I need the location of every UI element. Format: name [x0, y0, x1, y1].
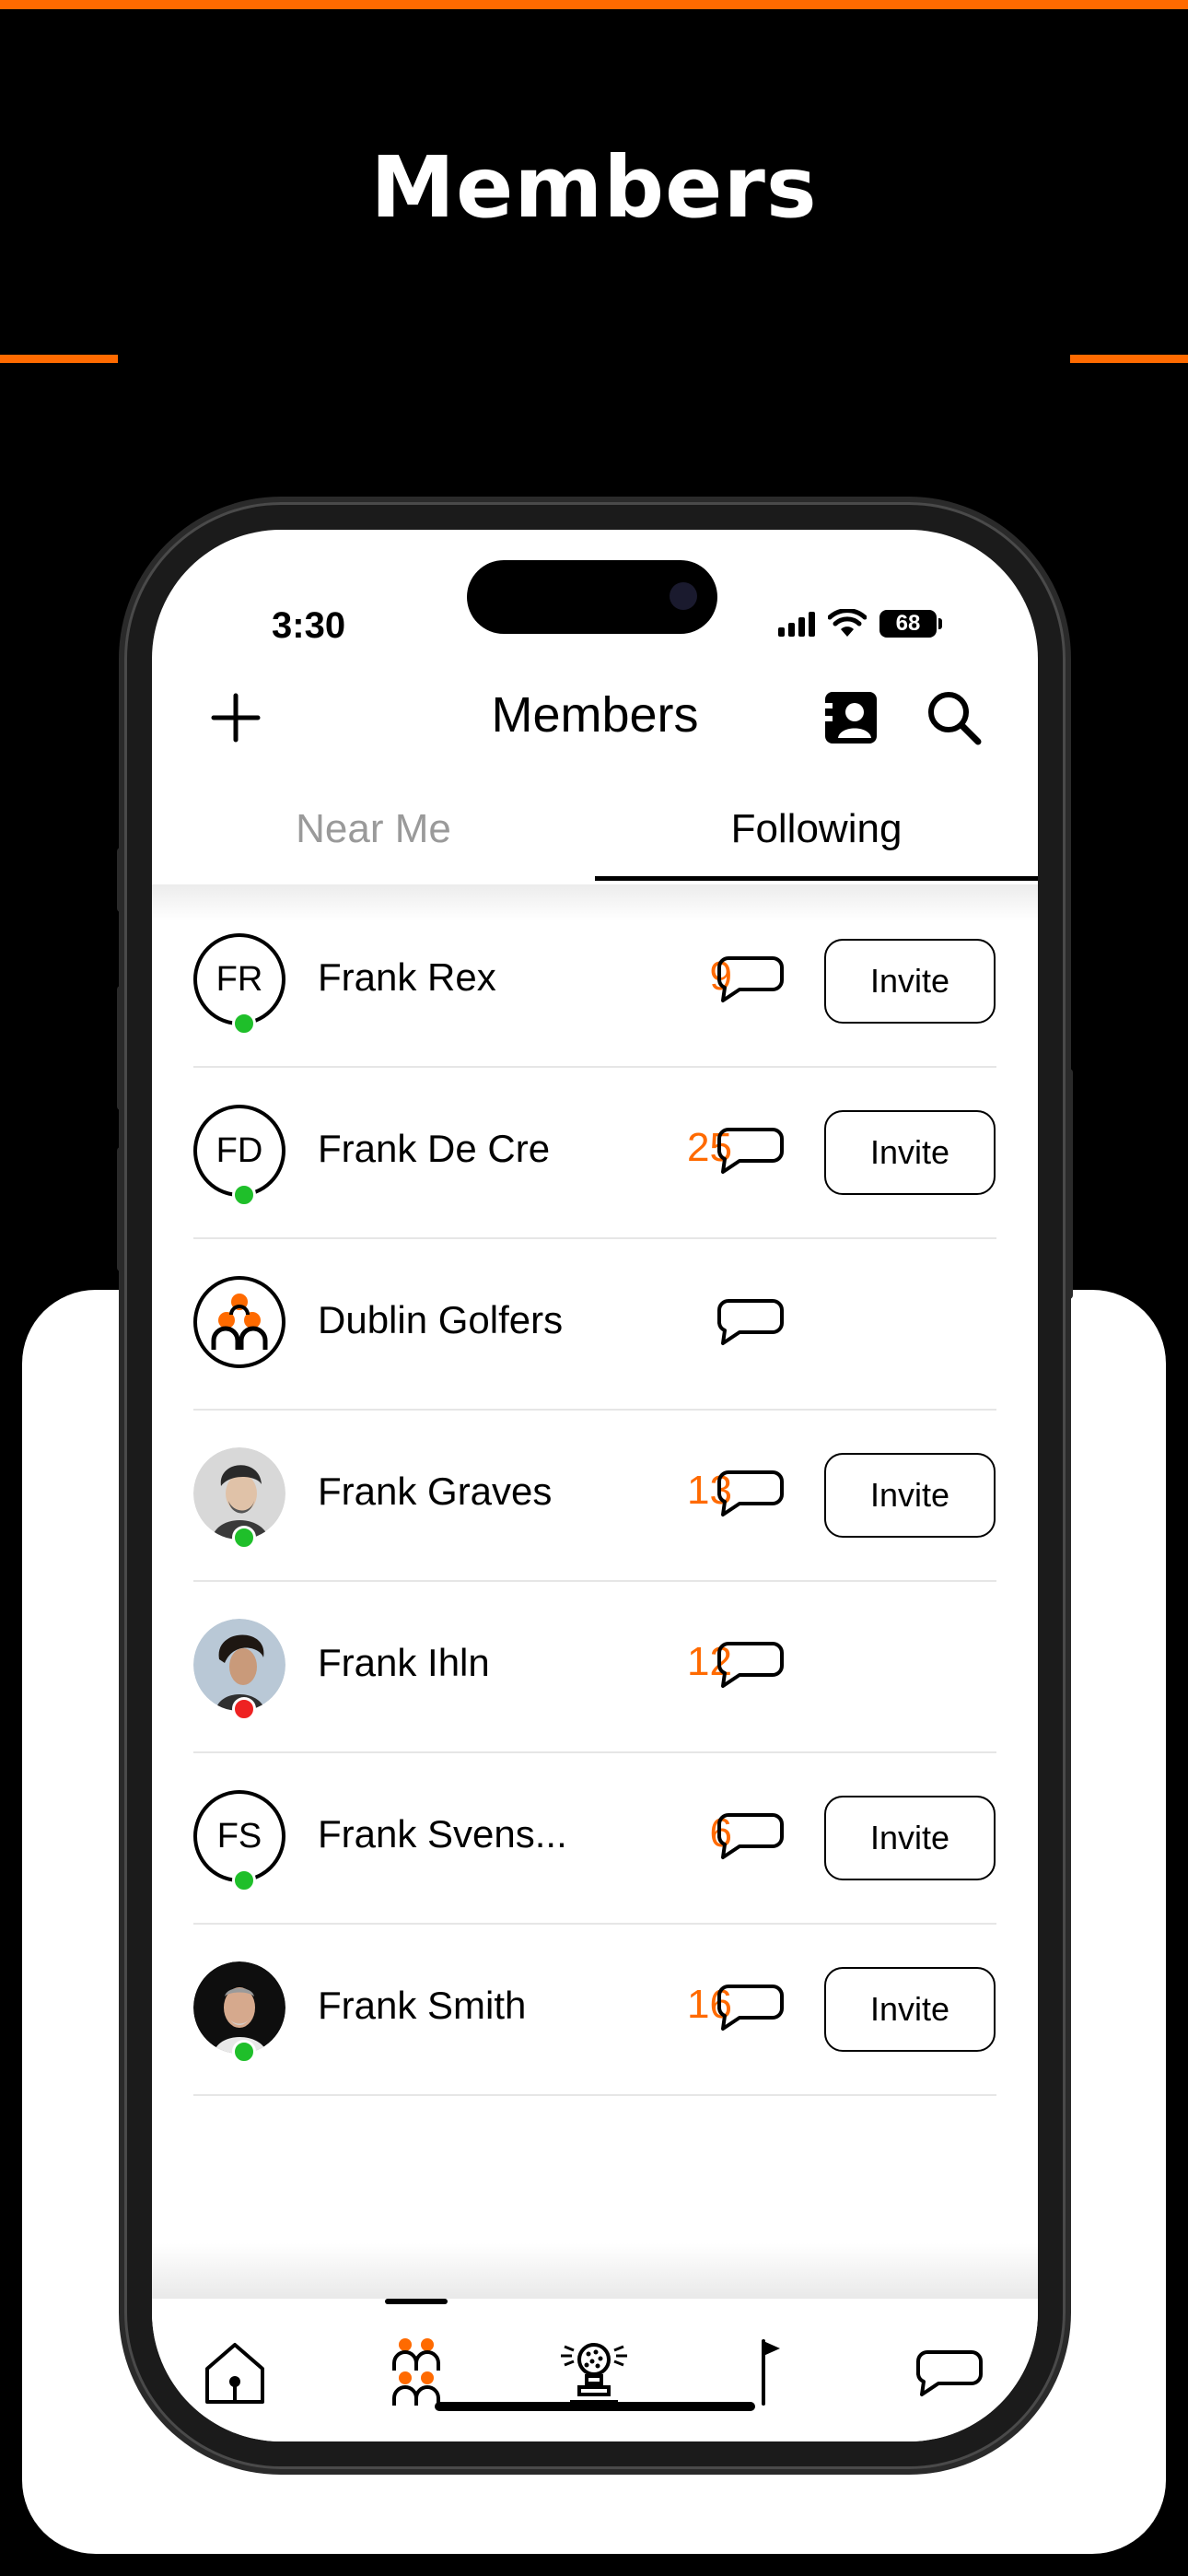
online-status-dot	[232, 2040, 256, 2064]
tabbar-shadow	[152, 2243, 1038, 2299]
phone-frame: 3:30 68 Members Near Me Following FR Fra…	[117, 502, 1073, 2469]
member-count: 12	[687, 1639, 732, 1684]
online-status-dot	[232, 1526, 256, 1550]
member-name: Frank De Cre	[318, 1127, 551, 1170]
member-name: Frank Rex	[318, 955, 496, 999]
power-button	[1066, 1069, 1073, 1299]
flag-icon[interactable]	[732, 2336, 806, 2409]
group-avatar	[193, 1276, 285, 1368]
list-item[interactable]: Dublin Golfers	[152, 1239, 1038, 1411]
invite-button[interactable]: Invite	[824, 939, 996, 1024]
accent-line-right	[1070, 355, 1188, 363]
member-count: 9	[709, 954, 732, 999]
members-icon[interactable]	[379, 2336, 453, 2409]
member-count: 25	[687, 1125, 732, 1170]
wifi-icon	[828, 609, 867, 637]
member-name: Dublin Golfers	[318, 1298, 564, 1341]
contacts-icon[interactable]	[818, 685, 884, 751]
list-item[interactable]: FD Frank De Cre 25 Invite	[152, 1068, 1038, 1239]
battery-icon: 68	[879, 610, 942, 638]
trophy-icon[interactable]	[557, 2336, 631, 2409]
top-accent-line	[0, 0, 1188, 9]
status-icons: 68	[778, 605, 942, 642]
member-count: 13	[687, 1468, 732, 1513]
status-time: 3:30	[272, 605, 346, 646]
accent-line-left	[0, 355, 118, 363]
member-name: Frank Svens...	[318, 1812, 567, 1856]
chat-icon[interactable]	[716, 1811, 786, 1861]
online-status-dot	[232, 1012, 256, 1036]
invite-button[interactable]: Invite	[824, 1453, 996, 1538]
chat-icon[interactable]	[716, 1983, 786, 2032]
online-status-dot	[232, 1183, 256, 1207]
tab-following[interactable]: Following	[595, 783, 1038, 875]
chat-icon[interactable]	[716, 954, 786, 1004]
member-count: 6	[709, 1810, 732, 1856]
invite-button[interactable]: Invite	[824, 1967, 996, 2052]
camera-icon	[670, 582, 697, 610]
signal-icon	[778, 611, 815, 637]
list-item[interactable]: FS Frank Svens... 6 Invite	[152, 1753, 1038, 1925]
nav-header: Members	[152, 659, 1038, 769]
tab-selected-indicator	[385, 2299, 448, 2304]
member-name: Frank Ihln	[318, 1641, 490, 1684]
offline-status-dot	[232, 1697, 256, 1721]
chat-icon[interactable]	[716, 1640, 786, 1690]
search-icon[interactable]	[921, 685, 987, 751]
home-icon[interactable]	[198, 2336, 272, 2409]
list-item[interactable]: Frank Ihln 12	[152, 1582, 1038, 1753]
tab-near-me[interactable]: Near Me	[152, 783, 595, 875]
member-name: Frank Graves	[318, 1469, 553, 1513]
volume-up-button	[117, 986, 124, 1110]
promo-title: Members	[370, 138, 818, 237]
home-indicator	[435, 2402, 755, 2411]
bottom-tab-bar	[152, 2299, 1038, 2441]
divider	[193, 2094, 996, 2096]
phone-screen: 3:30 68 Members Near Me Following FR Fra…	[152, 530, 1038, 2441]
volume-down-button	[117, 1147, 124, 1271]
chat-icon[interactable]	[716, 1469, 786, 1518]
page-title: Members	[491, 687, 699, 743]
group-icon	[211, 1294, 268, 1350]
mute-switch	[117, 848, 124, 912]
chat-icon[interactable]	[716, 1126, 786, 1176]
member-count: 16	[687, 1982, 732, 2027]
tab-selected-underline	[595, 876, 1038, 881]
dynamic-island	[467, 560, 717, 634]
online-status-dot	[232, 1868, 256, 1892]
invite-button[interactable]: Invite	[824, 1796, 996, 1880]
member-name: Frank Smith	[318, 1984, 527, 2027]
list-item[interactable]: FR Frank Rex 9 Invite	[152, 896, 1038, 1068]
invite-button[interactable]: Invite	[824, 1110, 996, 1195]
list-item[interactable]: Frank Smith 16 Invite	[152, 1925, 1038, 2096]
chat-icon[interactable]	[716, 1297, 786, 1347]
list-item[interactable]: Frank Graves 13 Invite	[152, 1411, 1038, 1582]
members-list: FR Frank Rex 9 Invite FD Frank De Cre 25…	[152, 896, 1038, 2096]
chat-icon[interactable]	[913, 2336, 986, 2409]
segment-tabs: Near Me Following	[152, 783, 1038, 884]
